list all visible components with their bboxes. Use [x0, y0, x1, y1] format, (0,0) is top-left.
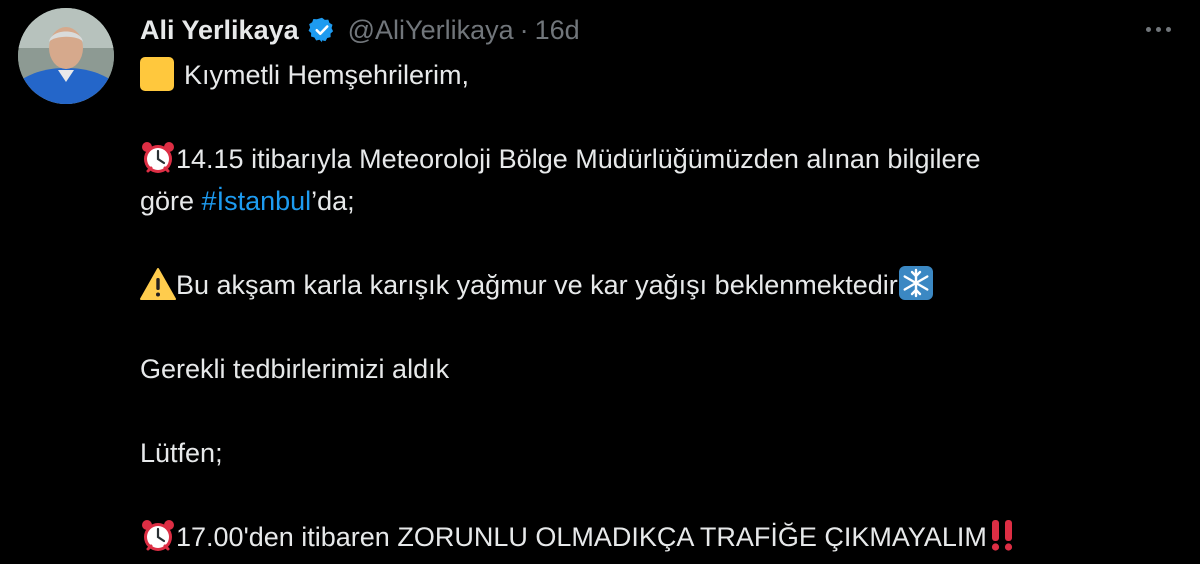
warning-emoji	[140, 267, 176, 301]
info-text: 14.15 itibarıyla Meteoroloji Bölge Müdür…	[176, 144, 981, 174]
more-dots-icon[interactable]	[1138, 14, 1178, 44]
hashtag-istanbul[interactable]: #İstanbul	[202, 186, 312, 216]
tweet-line-info: 14.15 itibarıyla Meteoroloji Bölge Müdür…	[140, 138, 1180, 180]
double-exclamation-emoji	[987, 517, 1017, 553]
alarm-clock-emoji	[140, 517, 176, 553]
please-text: Lütfen;	[140, 438, 223, 468]
tweet-line-measures: Gerekli tedbirlerimizi aldık	[140, 348, 1180, 390]
yellow-square-emoji	[140, 57, 174, 91]
avatar[interactable]	[18, 8, 114, 104]
tweet-line-greeting: Kıymetli Hemşehrilerim,	[140, 54, 1180, 96]
tweet-line-traffic: 17.00'den itibaren ZORUNLU OLMADIKÇA TRA…	[140, 516, 1180, 558]
timestamp[interactable]: 16d	[535, 15, 580, 46]
tweet-header: Ali Yerlikaya @AliYerlikaya · 16d	[140, 8, 580, 52]
verified-badge-icon	[308, 16, 336, 44]
tweet-line-warning: Bu akşam karla karışık yağmur ve kar yağ…	[140, 264, 1180, 306]
tweet[interactable]: Ali Yerlikaya @AliYerlikaya · 16d Kıymet…	[0, 0, 1200, 564]
measures-text: Gerekli tedbirlerimizi aldık	[140, 354, 450, 384]
info-text-post: ’da;	[311, 186, 355, 216]
info-text-pre: göre	[140, 186, 202, 216]
tweet-line-please: Lütfen;	[140, 432, 1180, 474]
snowflake-emoji	[898, 265, 934, 301]
author-handle[interactable]: @AliYerlikaya	[348, 15, 514, 46]
greeting-text: Kıymetli Hemşehrilerim,	[184, 60, 470, 90]
separator-dot: ·	[519, 14, 529, 45]
alarm-clock-emoji	[140, 139, 176, 175]
tweet-line-istanbul: göre #İstanbul’da;	[140, 180, 1180, 222]
tweet-body: Kıymetli Hemşehrilerim, 14.15 itibarıyla…	[140, 54, 1180, 558]
traffic-text: 17.00'den itibaren ZORUNLU OLMADIKÇA TRA…	[176, 522, 987, 552]
author-name[interactable]: Ali Yerlikaya	[140, 15, 299, 46]
warning-text: Bu akşam karla karışık yağmur ve kar yağ…	[176, 270, 898, 300]
